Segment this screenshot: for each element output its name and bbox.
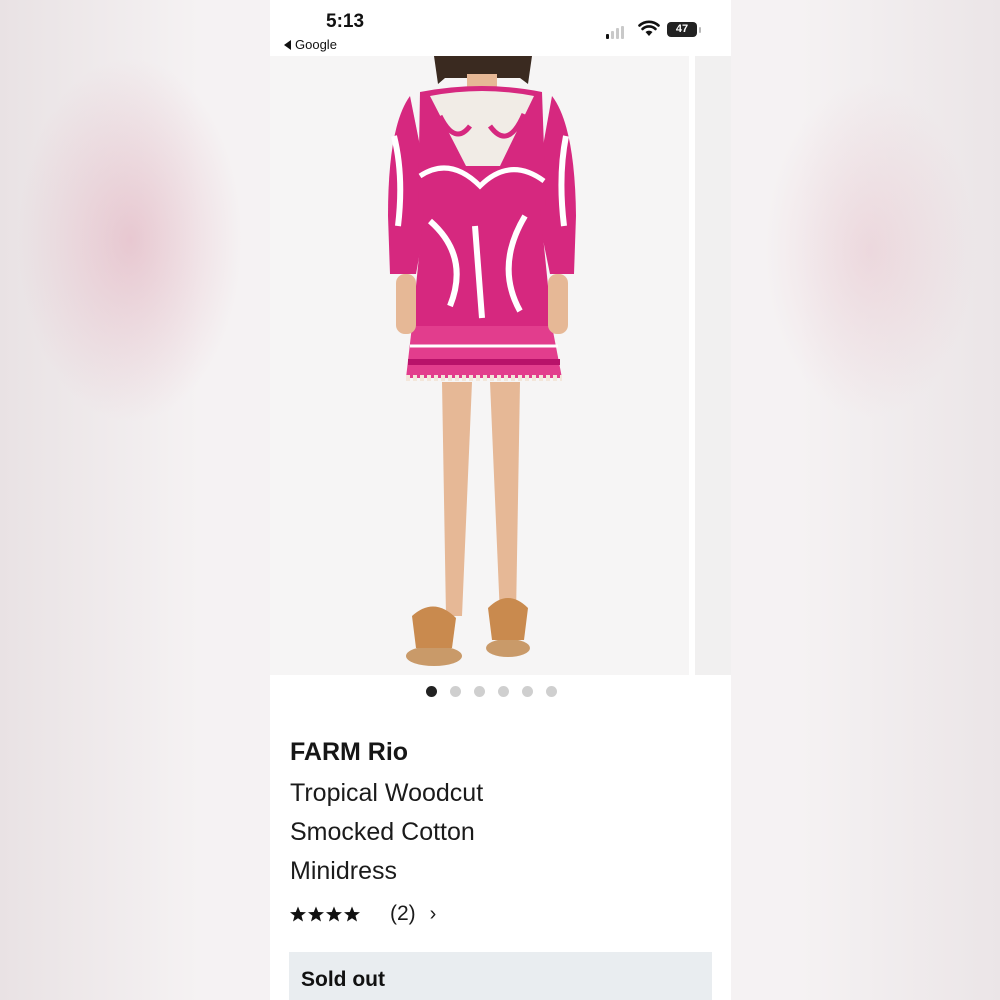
stars-icon (290, 906, 360, 921)
back-to-app-link[interactable]: Google (284, 37, 337, 52)
chevron-right-icon: › (429, 902, 437, 925)
carousel-dot[interactable] (425, 686, 437, 697)
carousel-dot[interactable] (521, 686, 533, 697)
rating-link[interactable]: (2) › (290, 902, 436, 926)
product-title-line: Smocked Cotton (290, 818, 475, 846)
sold-out-label: Sold out (301, 968, 385, 991)
carousel-dot[interactable] (545, 686, 557, 697)
availability-banner: Sold out (289, 952, 712, 1000)
cellular-signal-icon (606, 26, 624, 39)
dress-model-illustration (388, 56, 576, 666)
carousel-dot[interactable] (473, 686, 485, 697)
carousel-dot[interactable] (497, 686, 509, 697)
review-count: (2) (390, 902, 416, 925)
phone-screen: 5:13 Google 47 FARM Rio Tropical Woodcut… (270, 0, 731, 1000)
battery-tip (699, 27, 701, 33)
product-title-line: Minidress (290, 857, 397, 885)
status-bar: 5:13 Google 47 (270, 0, 731, 56)
next-image-peek[interactable] (695, 56, 731, 675)
star-rating (290, 906, 380, 923)
carousel-dot[interactable] (449, 686, 461, 697)
wifi-icon (638, 20, 660, 36)
back-app-label: Google (295, 37, 337, 52)
product-image[interactable] (270, 56, 689, 675)
brand-name[interactable]: FARM Rio (290, 738, 408, 767)
clock: 5:13 (326, 11, 365, 32)
battery-icon: 47 (667, 22, 697, 37)
product-title-line: Tropical Woodcut (290, 779, 484, 807)
back-arrow-icon (284, 39, 291, 50)
carousel-pagination (270, 686, 731, 697)
